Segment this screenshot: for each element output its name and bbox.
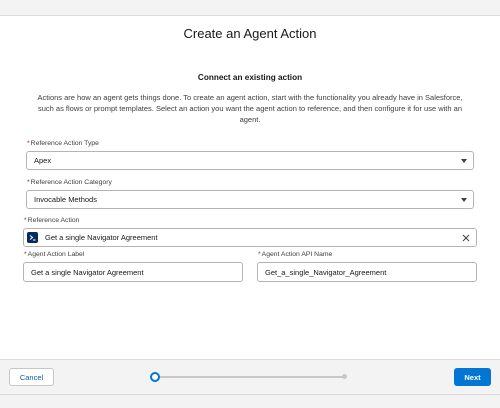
reference-action-type-label: *Reference Action Type [27,140,99,147]
chevron-down-icon [461,158,467,163]
required-marker: * [27,179,30,186]
agent-action-label-label: *Agent Action Label [24,251,84,258]
reference-action-category-value: Invocable Methods [34,195,97,204]
clear-icon[interactable] [462,234,470,242]
close-icon [462,234,470,241]
cancel-button[interactable]: Cancel [9,368,54,386]
required-marker: * [27,140,30,147]
reference-action-type-value: Apex [34,156,52,165]
required-marker: * [24,217,27,224]
agent-action-api-name-input[interactable]: Get_a_single_Navigator_Agreement [257,262,477,282]
reference-action-category-label-text: Reference Action Category [30,179,112,186]
agent-action-api-name-value: Get_a_single_Navigator_Agreement [265,267,387,277]
progress-track [155,376,345,378]
progress-step-1-active [150,372,160,382]
reference-action-type-select[interactable]: Apex [26,151,474,170]
progress-step-2 [342,374,347,379]
reference-action-category-select[interactable]: Invocable Methods [26,190,474,209]
reference-action-label-text: Reference Action [27,217,80,224]
agent-action-api-name-label-text: Agent Action API Name [261,251,333,258]
section-title: Connect an existing action [197,73,303,82]
agent-action-api-name-label: *Agent Action API Name [258,251,332,258]
modal-body: Connect an existing action Actions are h… [0,50,500,359]
modal-footer: Cancel Next [0,359,500,395]
required-marker: * [24,251,27,258]
reference-action-label: *Reference Action [24,217,79,224]
reference-action-type-label-text: Reference Action Type [30,140,99,147]
reference-action-category-label: *Reference Action Category [27,179,112,186]
apex-icon [27,232,38,243]
agent-action-label-input[interactable]: Get a single Navigator Agreement [23,262,243,282]
next-button[interactable]: Next [454,368,491,386]
modal-header: Create an Agent Action [0,15,500,51]
required-marker: * [258,251,261,258]
apex-icon-glyph [29,235,36,241]
agent-action-label-label-text: Agent Action Label [27,251,85,258]
intro-text: Actions are how an agent gets things don… [37,93,463,124]
chevron-down-icon [461,197,467,202]
modal-title: Create an Agent Action [183,25,317,41]
reference-action-value: Get a single Navigator Agreement [45,233,158,242]
reference-action-combobox[interactable]: Get a single Navigator Agreement [23,228,477,247]
agent-action-label-value: Get a single Navigator Agreement [31,267,144,277]
